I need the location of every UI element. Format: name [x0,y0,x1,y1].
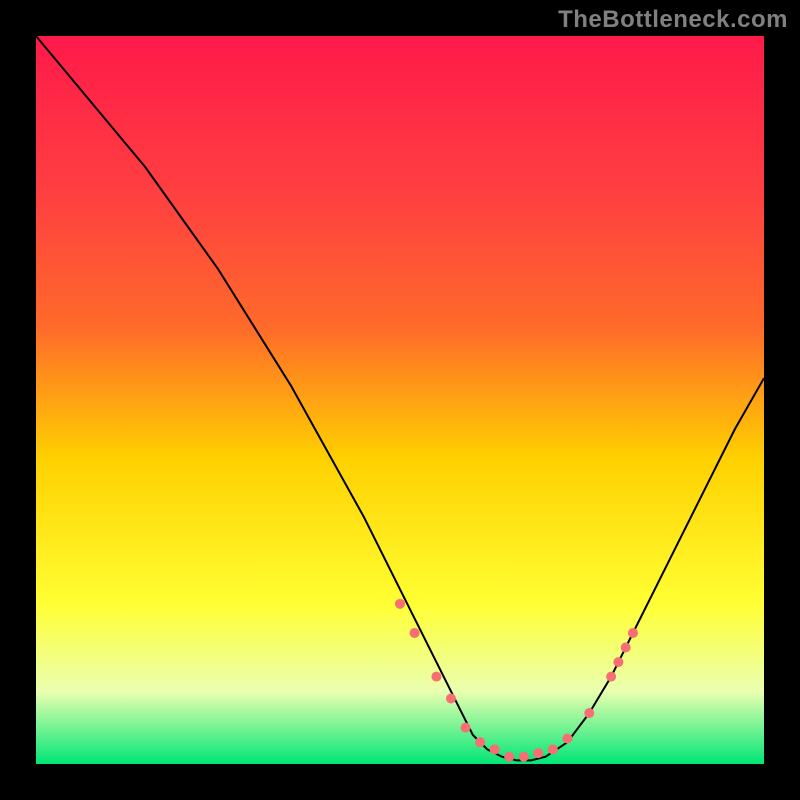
watermark-text: TheBottleneck.com [558,6,788,34]
plot-area [36,36,764,764]
chart-svg [36,36,764,764]
chart-container: TheBottleneck.com [0,0,800,800]
